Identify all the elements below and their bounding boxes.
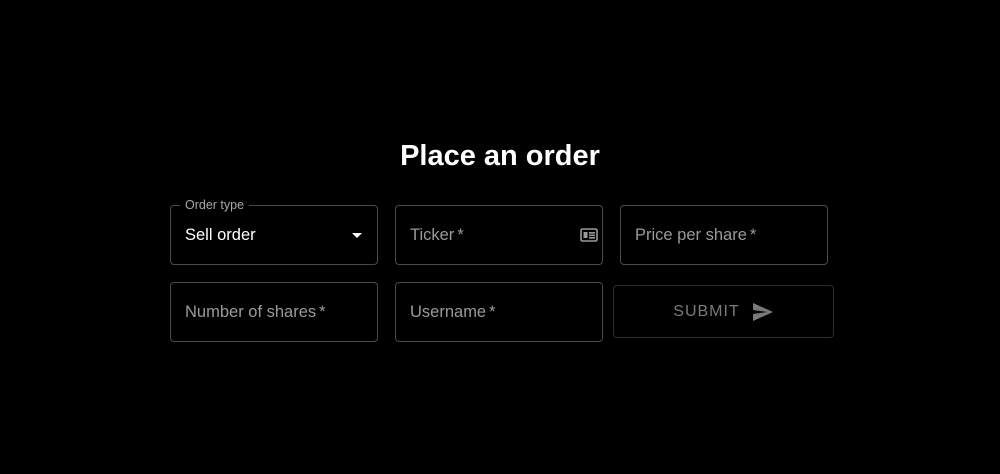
order-type-value: Sell order bbox=[185, 226, 256, 244]
username-input[interactable]: Username * bbox=[395, 282, 603, 342]
price-per-share-input[interactable]: Price per share * bbox=[620, 205, 828, 265]
contact-card-icon[interactable] bbox=[580, 226, 598, 244]
required-marker: * bbox=[457, 226, 464, 244]
submit-button[interactable]: SUBMIT bbox=[613, 285, 834, 338]
required-marker: * bbox=[319, 303, 326, 321]
submit-label: SUBMIT bbox=[673, 302, 740, 320]
number-of-shares-input[interactable]: Number of shares * bbox=[170, 282, 378, 342]
order-type-label: Order type bbox=[180, 198, 250, 212]
required-marker: * bbox=[489, 303, 496, 321]
order-type-select[interactable]: Order type Sell order bbox=[170, 198, 378, 265]
username-placeholder: Username bbox=[410, 303, 487, 321]
page-title: Place an order bbox=[400, 140, 600, 172]
send-icon bbox=[752, 302, 773, 321]
price-per-share-placeholder: Price per share bbox=[635, 226, 747, 244]
chevron-down-icon[interactable] bbox=[352, 233, 362, 238]
number-of-shares-placeholder: Number of shares bbox=[185, 303, 317, 321]
ticker-input[interactable]: Ticker * bbox=[395, 205, 603, 265]
ticker-placeholder: Ticker bbox=[410, 226, 455, 244]
required-marker: * bbox=[749, 226, 757, 244]
